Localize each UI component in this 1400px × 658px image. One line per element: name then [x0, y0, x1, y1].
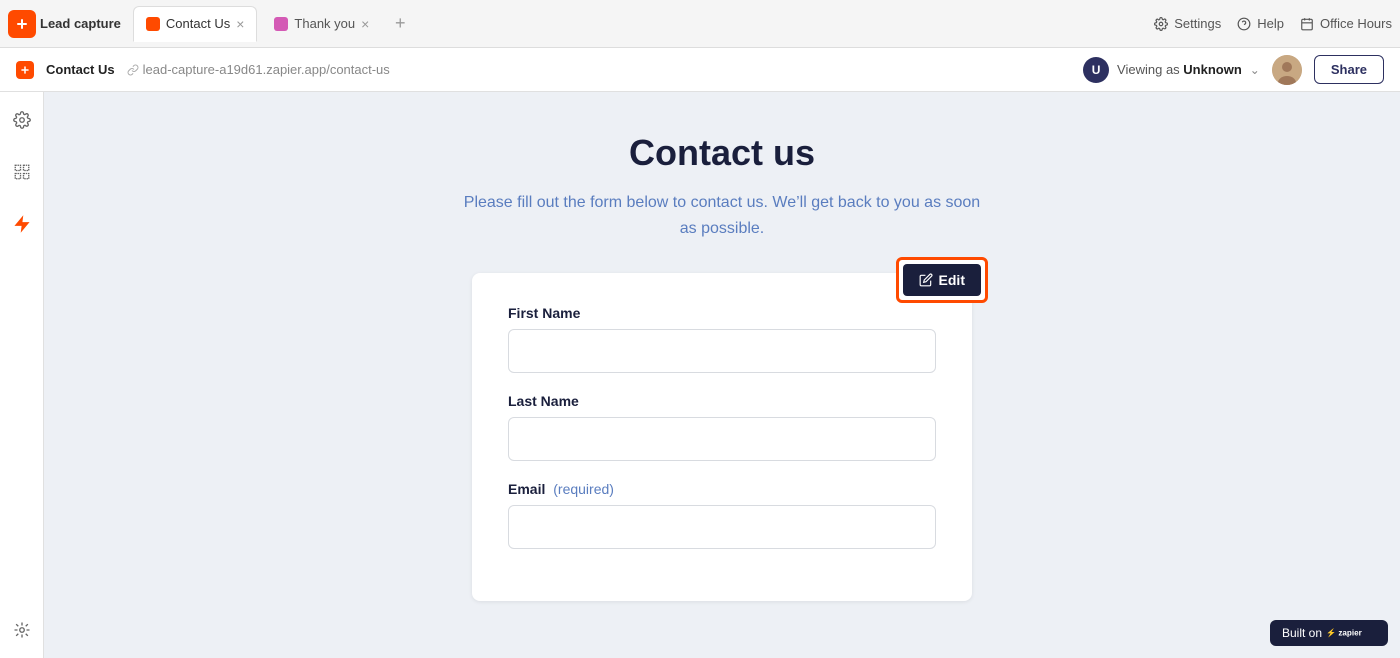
email-field: Email (required) [508, 481, 936, 549]
tab-thank-you[interactable]: Thank you × [261, 6, 382, 42]
settings-icon [1154, 17, 1168, 31]
viewing-avatar: U [1083, 57, 1109, 83]
new-tab-button[interactable]: + [386, 10, 414, 38]
sidebar [0, 92, 44, 658]
sidebar-item-layout[interactable] [6, 156, 38, 188]
viewing-text: Viewing as Unknown [1117, 62, 1242, 77]
last-name-input[interactable] [508, 417, 936, 461]
tab-contact-us-close[interactable]: × [236, 17, 244, 31]
gear-icon [13, 111, 31, 129]
calendar-icon [1300, 17, 1314, 31]
form-card: Edit First Name Last Name Email [472, 273, 972, 601]
edit-button[interactable]: Edit [903, 264, 981, 296]
app-icon [8, 10, 36, 38]
last-name-field: Last Name [508, 393, 936, 461]
tab-thank-you-icon [274, 17, 288, 31]
sidebar-item-settings[interactable] [6, 104, 38, 136]
email-required-badge: (required) [553, 481, 614, 497]
sidebar-item-zap[interactable] [6, 208, 38, 240]
address-bar-right: Share [1272, 55, 1384, 85]
first-name-input[interactable] [508, 329, 936, 373]
page-tab-icon [16, 61, 34, 79]
built-on-badge: Built on ⚡ zapier [1270, 620, 1388, 646]
first-name-field: First Name [508, 305, 936, 373]
page-title: Contact us [629, 132, 815, 174]
help-button[interactable]: Help [1237, 16, 1284, 31]
app-title: Lead capture [40, 16, 121, 31]
layout-icon [13, 163, 31, 181]
zapier-logo: ⚡ zapier [1326, 626, 1376, 640]
integrations-icon [13, 621, 31, 639]
email-label: Email (required) [508, 481, 936, 497]
chevron-down-icon: ⌄ [1250, 63, 1260, 77]
tab-thank-you-close[interactable]: × [361, 17, 369, 31]
tab-contact-us-icon [146, 17, 160, 31]
help-icon [1237, 17, 1251, 31]
svg-text:⚡ zapier: ⚡ zapier [1326, 628, 1363, 639]
title-actions: Settings Help Office Hours [1154, 16, 1392, 31]
email-input[interactable] [508, 505, 936, 549]
avatar-image [1272, 55, 1302, 85]
address-bar: Contact Us lead-capture-a19d61.zapier.ap… [0, 48, 1400, 92]
pencil-icon [919, 273, 933, 287]
share-button[interactable]: Share [1314, 55, 1384, 84]
user-avatar[interactable] [1272, 55, 1302, 85]
page-subtitle: Please fill out the form below to contac… [462, 190, 982, 241]
page-name: Contact Us [46, 62, 115, 77]
title-bar: Lead capture Contact Us × Thank you × + … [0, 0, 1400, 48]
zap-icon [13, 215, 31, 233]
last-name-label: Last Name [508, 393, 936, 409]
link-icon [127, 64, 139, 76]
settings-button[interactable]: Settings [1154, 16, 1221, 31]
main-layout: Contact us Please fill out the form belo… [0, 92, 1400, 658]
viewing-badge[interactable]: U Viewing as Unknown ⌄ [1083, 57, 1260, 83]
first-name-label: First Name [508, 305, 936, 321]
sidebar-item-integrations[interactable] [6, 614, 38, 646]
office-hours-button[interactable]: Office Hours [1300, 16, 1392, 31]
content-area: Contact us Please fill out the form belo… [44, 92, 1400, 658]
tab-contact-us[interactable]: Contact Us × [133, 6, 258, 42]
edit-button-wrapper: Edit [896, 257, 988, 303]
url-display: lead-capture-a19d61.zapier.app/contact-u… [127, 62, 390, 77]
